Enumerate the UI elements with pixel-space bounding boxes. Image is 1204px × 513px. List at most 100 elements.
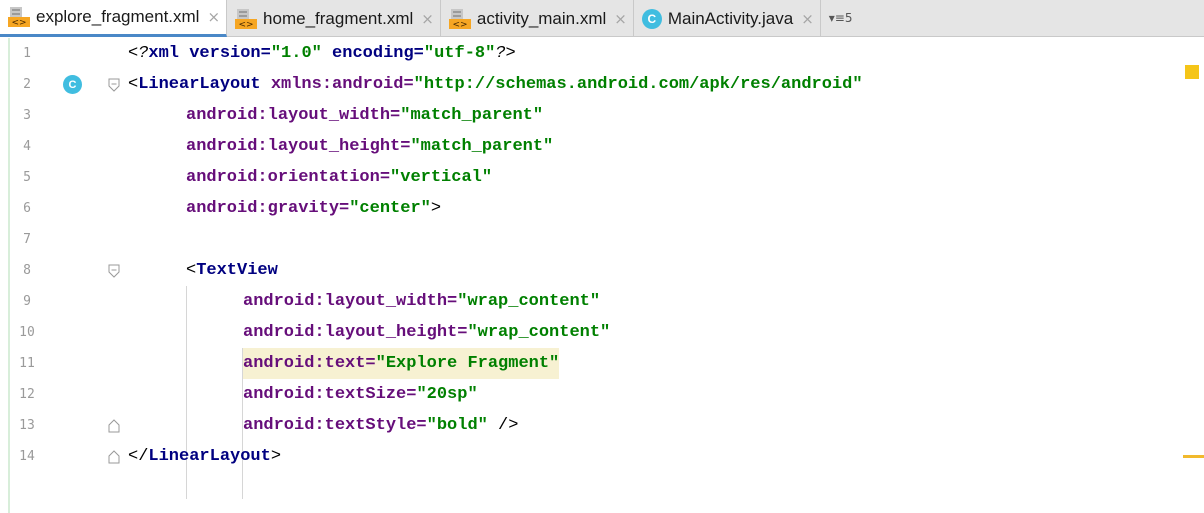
tab-label: home_fragment.xml [263,8,414,28]
java-class-icon: C [641,8,662,29]
fold-close-icon[interactable] [108,450,120,469]
attribute-name: android:layout_height= [243,323,468,342]
xml-file-icon: <> [448,8,471,29]
close-icon[interactable]: × [207,8,220,26]
pi-open: <? [128,44,149,63]
line-number: 4 [23,139,31,154]
attribute-value: "bold" [426,416,488,435]
line-number: 11 [19,356,35,371]
fold-open-icon[interactable] [108,78,120,97]
xml-file-icon: <> [235,8,258,29]
attribute-value: "wrap_content" [467,323,611,342]
code-line[interactable]: 5 android:orientation="vertical" [0,162,1180,193]
close-icon[interactable]: × [801,10,814,28]
code-editor[interactable]: 1 <?xml version="1.0" encoding="utf-8"?>… [0,38,1204,513]
attribute-name: android:layout_width= [186,106,401,125]
attribute-value: "1.0" [270,44,322,63]
attribute-value: "wrap_content" [457,292,601,311]
tab-overflow-button[interactable]: ▾≡ 5 [821,0,853,36]
attribute-value: "utf-8" [423,44,496,63]
code-text[interactable]: </LinearLayout> [128,441,281,472]
code-line[interactable]: 1 <?xml version="1.0" encoding="utf-8"?> [0,38,1180,69]
attribute-value: "match_parent" [400,106,544,125]
code-text[interactable]: android:layout_width="match_parent" [186,100,543,131]
attribute-value: "center" [349,199,431,218]
attribute-name: version= [179,44,271,63]
code-line[interactable]: 6 android:gravity="center"> [0,193,1180,224]
tag-bracket: > [430,199,442,218]
code-line[interactable]: 14 </LinearLayout> [0,441,1180,472]
attribute-name: android:gravity= [186,199,350,218]
attribute-name: android:orientation= [186,168,391,187]
code-text[interactable]: android:layout_height="match_parent" [186,131,553,162]
code-text[interactable]: android:layout_width="wrap_content" [243,286,600,317]
attribute-name: android:textStyle= [243,416,427,435]
code-text[interactable]: android:textSize="20sp" [243,379,478,410]
line-number: 14 [19,449,35,464]
line-number: 5 [23,170,31,185]
code-line[interactable]: 13 android:textStyle="bold" /> [0,410,1180,441]
code-line[interactable]: 2 C <LinearLayout xmlns:android="http://… [0,69,1180,100]
code-line[interactable]: 9 android:layout_width="wrap_content" [0,286,1180,317]
tab-activity-main[interactable]: <> activity_main.xml × [441,0,634,37]
tag-name: LinearLayout [138,75,261,94]
line-number: 3 [23,108,31,123]
tag-bracket: < [186,261,197,280]
tab-label: activity_main.xml [476,8,607,28]
attribute-name: android:text= [243,354,376,373]
line-number: 12 [19,387,35,402]
svg-text:<>: <> [239,20,254,29]
code-text[interactable]: android:gravity="center"> [186,193,441,224]
code-line[interactable]: 4 android:layout_height="match_parent" [0,131,1180,162]
editor-tab-bar: <> explore_fragment.xml × <> home_fragme… [0,0,1204,37]
code-text[interactable]: <LinearLayout xmlns:android="http://sche… [128,69,863,100]
tag-name: TextView [196,261,278,280]
attribute-name: android:textSize= [243,385,417,404]
code-line[interactable]: 8 <TextView [0,255,1180,286]
code-line[interactable]: 11 android:text="Explore Fragment" [0,348,1180,379]
attribute-name: android:layout_height= [186,137,411,156]
attribute-name: encoding= [321,44,424,63]
line-number: 13 [19,418,35,433]
xml-keyword: xml [148,44,180,63]
pi-close: ?> [495,44,516,63]
code-line[interactable]: 3 android:layout_width="match_parent" [0,100,1180,131]
code-text[interactable]: android:textStyle="bold" /> [243,410,518,441]
tab-explore-fragment[interactable]: <> explore_fragment.xml × [0,0,228,37]
code-text[interactable]: android:orientation="vertical" [186,162,492,193]
attribute-value: "Explore Fragment" [375,354,560,373]
code-text-highlighted[interactable]: android:text="Explore Fragment" [243,348,560,379]
code-text[interactable]: <TextView [186,255,278,286]
code-text[interactable]: <?xml version="1.0" encoding="utf-8"?> [128,38,516,69]
code-line[interactable]: 7 [0,224,1180,255]
warning-marker-icon[interactable] [1185,65,1199,79]
line-number: 10 [19,325,35,340]
close-icon[interactable]: × [614,10,627,28]
fold-open-icon[interactable] [108,264,120,283]
attribute-name: xmlns:android= [260,75,414,94]
code-line[interactable]: 10 android:layout_height="wrap_content" [0,317,1180,348]
code-text[interactable]: android:layout_height="wrap_content" [243,317,610,348]
scrollbar-highlight-marker[interactable] [1183,455,1204,458]
tab-label: MainActivity.java [667,8,794,28]
line-number: 8 [23,263,31,278]
attribute-name: android:layout_width= [243,292,458,311]
tab-main-activity[interactable]: C MainActivity.java × [634,0,821,37]
tab-home-fragment[interactable]: <> home_fragment.xml × [227,0,441,37]
xml-file-icon: <> [8,7,30,27]
tag-bracket: /> [487,416,519,435]
fold-close-icon[interactable] [108,419,120,438]
code-line[interactable]: 12 android:textSize="20sp" [0,379,1180,410]
line-number: 9 [23,294,31,309]
svg-text:<>: <> [11,18,26,27]
class-gutter-icon[interactable]: C [63,75,82,94]
attribute-value: "20sp" [416,385,478,404]
attribute-value: "vertical" [390,168,493,187]
line-number: 7 [23,232,31,247]
tag-bracket: </ [128,447,149,466]
line-number: 6 [23,201,31,216]
close-icon[interactable]: × [421,10,434,28]
tab-overflow-count: 5 [844,11,853,25]
attribute-value: "http://schemas.android.com/apk/res/andr… [413,75,863,94]
tag-bracket: < [128,75,139,94]
